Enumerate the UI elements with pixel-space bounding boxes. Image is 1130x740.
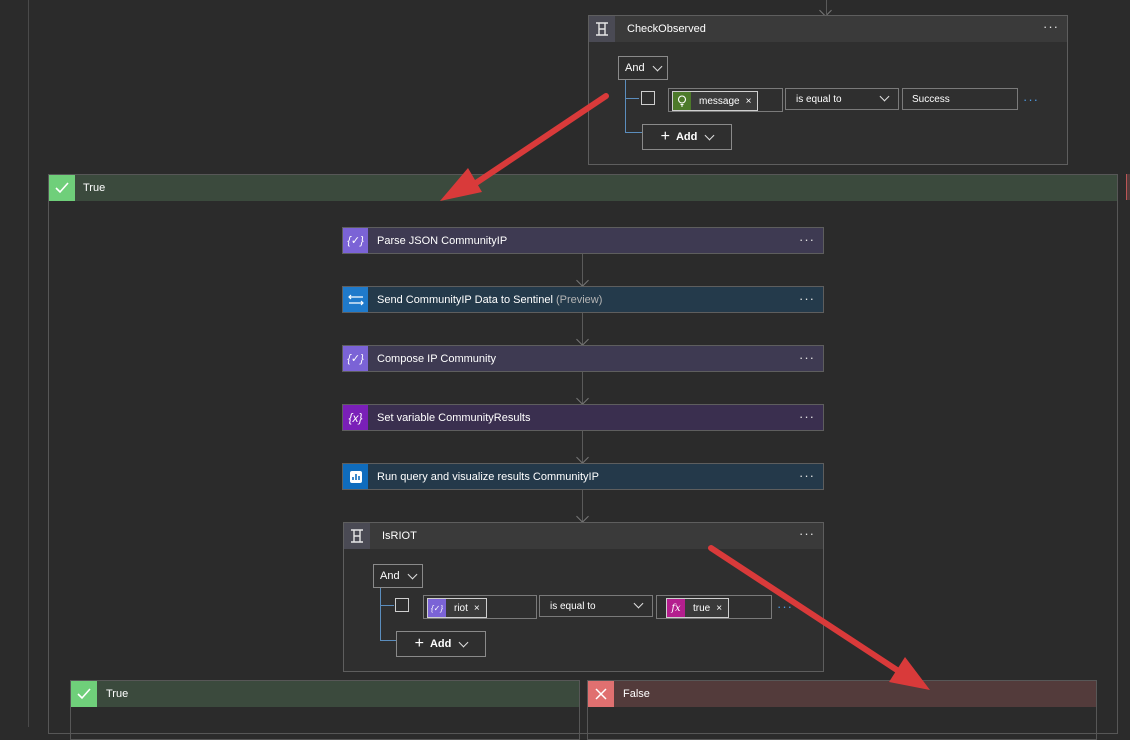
annotation-arrows [440, 93, 930, 690]
annotation-arrow-to-false-branch [708, 545, 930, 690]
annotation-arrow-to-true-branch [440, 93, 609, 201]
